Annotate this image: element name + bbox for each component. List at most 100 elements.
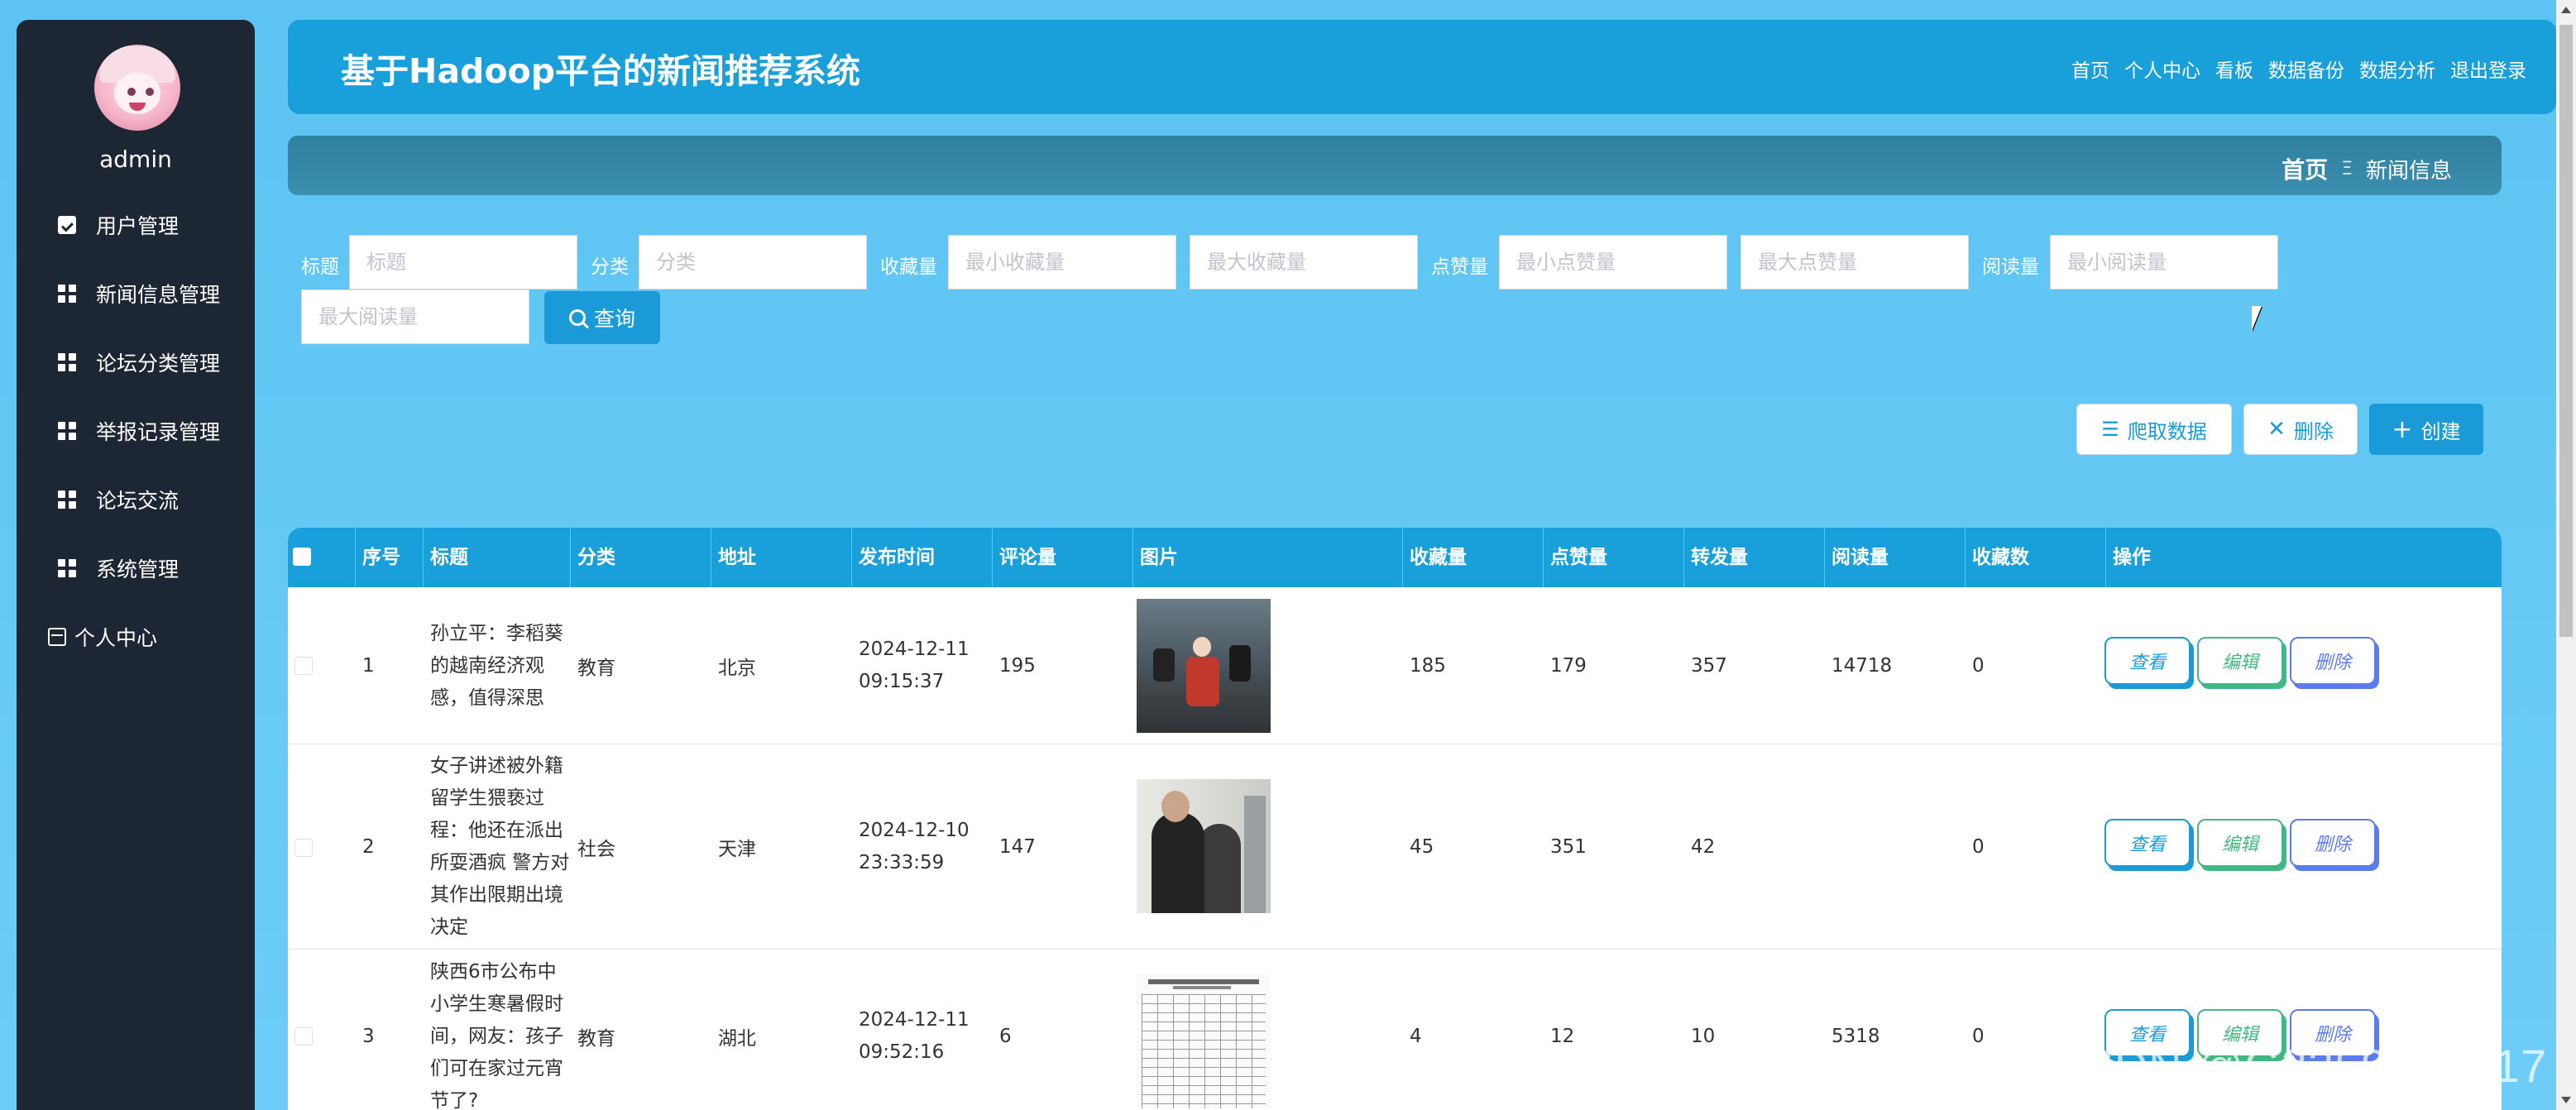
table-row: 1 孙立平：李稻葵的越南经济观感，值得深思 教育 北京 2024-12-11 0…	[288, 587, 2502, 744]
cell-no: 3	[362, 1026, 375, 1047]
title-search-input[interactable]	[349, 235, 577, 289]
sidebar-item-label: 个人中心	[74, 626, 158, 650]
grid-icon	[58, 490, 76, 509]
top-link-dashboard[interactable]: 看板	[2215, 55, 2253, 83]
cell-category: 教育	[577, 1028, 615, 1050]
like-max-input[interactable]	[1740, 235, 1969, 289]
edit-button[interactable]: 编辑	[2197, 819, 2283, 867]
top-nav: 首页 个人中心 看板 数据备份 数据分析 退出登录	[2071, 55, 2526, 83]
read-min-input[interactable]	[2050, 235, 2278, 289]
row-checkbox[interactable]	[294, 657, 313, 675]
breadcrumb-home[interactable]: 首页	[2282, 152, 2328, 185]
like-min-input[interactable]	[1499, 235, 1727, 289]
mouse-cursor-icon	[2252, 306, 2262, 331]
read-max-input[interactable]	[301, 289, 529, 344]
app-title: 基于Hadoop平台的新闻推荐系统	[341, 51, 861, 91]
view-button[interactable]: 查看	[2104, 819, 2191, 867]
create-button[interactable]: + 创建	[2369, 404, 2483, 455]
cell-time: 2024-12-11 09:15:37	[859, 639, 970, 692]
sidebar-item-news-management[interactable]: 新闻信息管理	[17, 270, 255, 317]
cell-reads	[1825, 744, 1831, 950]
cell-category: 教育	[577, 658, 615, 679]
batch-delete-button[interactable]: ✕ 删除	[2243, 404, 2358, 455]
sidebar-item-report-records[interactable]: 举报记录管理	[17, 408, 255, 454]
header-reads: 阅读量	[1825, 528, 1966, 587]
header-title: 标题	[424, 528, 571, 587]
header-likes: 点赞量	[1544, 528, 1684, 587]
top-link-analysis[interactable]: 数据分析	[2359, 55, 2435, 83]
scrollbar-thumb[interactable]	[2559, 25, 2573, 637]
row-checkbox[interactable]	[294, 1027, 313, 1045]
header-time: 发布时间	[852, 528, 993, 587]
top-link-backup[interactable]: 数据备份	[2268, 55, 2344, 83]
header-fav: 收藏数	[1966, 528, 2106, 587]
cell-collects: 4	[1410, 1026, 1422, 1047]
crawl-data-button[interactable]: ☰ 爬取数据	[2076, 404, 2232, 455]
cell-no: 2	[362, 836, 375, 858]
delete-button[interactable]: 删除	[2290, 637, 2376, 685]
scroll-up-icon[interactable]	[2561, 7, 2571, 13]
sidebar-item-label: 举报记录管理	[96, 420, 221, 444]
grid-icon	[58, 422, 76, 440]
cell-forwards: 10	[1691, 1026, 1716, 1047]
top-link-home[interactable]: 首页	[2071, 55, 2109, 83]
header-category: 分类	[571, 528, 711, 587]
cell-time: 2024-12-10 23:33:59	[859, 820, 970, 873]
cell-fav: 0	[1972, 1026, 1985, 1047]
scroll-down-icon[interactable]	[2561, 1097, 2571, 1103]
top-link-profile[interactable]: 个人中心	[2124, 55, 2200, 83]
cell-reads: 14718	[1831, 655, 1893, 677]
page-scrollbar[interactable]	[2556, 0, 2576, 1110]
sidebar-item-personal-center[interactable]: 个人中心	[17, 614, 255, 660]
cell-likes: 179	[1550, 655, 1587, 677]
database-icon: ☰	[2101, 418, 2119, 441]
sidebar-item-forum[interactable]: 论坛交流	[17, 476, 255, 523]
sidebar-item-label: 论坛交流	[96, 489, 180, 513]
cell-forwards: 357	[1691, 655, 1727, 677]
row-checkbox[interactable]	[294, 839, 313, 857]
table-row: 2 女子讲述被外籍留学生猥亵过程：他还在派出所耍酒疯 警方对其作出限期出境决定 …	[288, 744, 2502, 950]
view-button[interactable]: 查看	[2104, 637, 2191, 685]
news-image[interactable]	[1137, 599, 1271, 733]
header-address: 地址	[711, 528, 852, 587]
sidebar-item-label: 系统管理	[96, 557, 180, 581]
plus-icon: +	[2392, 414, 2413, 444]
collect-max-input[interactable]	[1190, 235, 1418, 289]
query-label: 查询	[593, 307, 635, 331]
header-collects: 收藏量	[1403, 528, 1544, 587]
news-image[interactable]	[1137, 974, 1271, 1108]
cell-reads: 5318	[1831, 1026, 1880, 1047]
batch-delete-label: 删除	[2293, 419, 2334, 443]
cell-comments: 195	[999, 655, 1036, 677]
sidebar-item-system[interactable]: 系统管理	[17, 545, 255, 591]
news-image[interactable]	[1137, 779, 1271, 913]
collect-min-input[interactable]	[948, 235, 1176, 289]
edit-button[interactable]: 编辑	[2197, 637, 2283, 685]
header-select	[288, 528, 356, 587]
breadcrumb-current: 新闻信息	[2365, 158, 2452, 184]
query-button[interactable]: 查询	[544, 291, 660, 344]
cell-address: 北京	[718, 658, 756, 679]
like-label: 点赞量	[1431, 256, 1488, 278]
avatar[interactable]	[94, 45, 180, 131]
delete-button[interactable]: 删除	[2290, 819, 2376, 867]
cell-collects: 185	[1410, 655, 1446, 677]
top-link-logout[interactable]: 退出登录	[2450, 55, 2526, 83]
create-label: 创建	[2420, 419, 2461, 443]
sidebar-item-user-management[interactable]: 用户管理	[17, 202, 255, 248]
cell-title: 孙立平：李稻葵的越南经济观感，值得深思	[430, 622, 563, 709]
cell-title: 陕西6市公布中小学生寒暑假时间，网友：孩子们可在家过元宵节了?	[430, 960, 563, 1110]
user-card-icon	[48, 628, 66, 646]
sidebar-item-forum-category[interactable]: 论坛分类管理	[17, 339, 255, 385]
sidebar-item-label: 用户管理	[96, 214, 180, 238]
cell-fav: 0	[1972, 836, 1985, 858]
cell-time: 2024-12-11 09:52:16	[859, 1009, 970, 1063]
search-icon	[568, 309, 586, 326]
breadcrumb-separator-icon: Ξ	[2341, 158, 2353, 179]
category-search-input[interactable]	[639, 235, 867, 289]
cell-address: 天津	[718, 839, 756, 860]
sidebar-item-label: 新闻信息管理	[96, 283, 221, 307]
cell-likes: 351	[1550, 836, 1587, 858]
header-no: 序号	[356, 528, 424, 587]
select-all-checkbox[interactable]	[293, 548, 311, 566]
